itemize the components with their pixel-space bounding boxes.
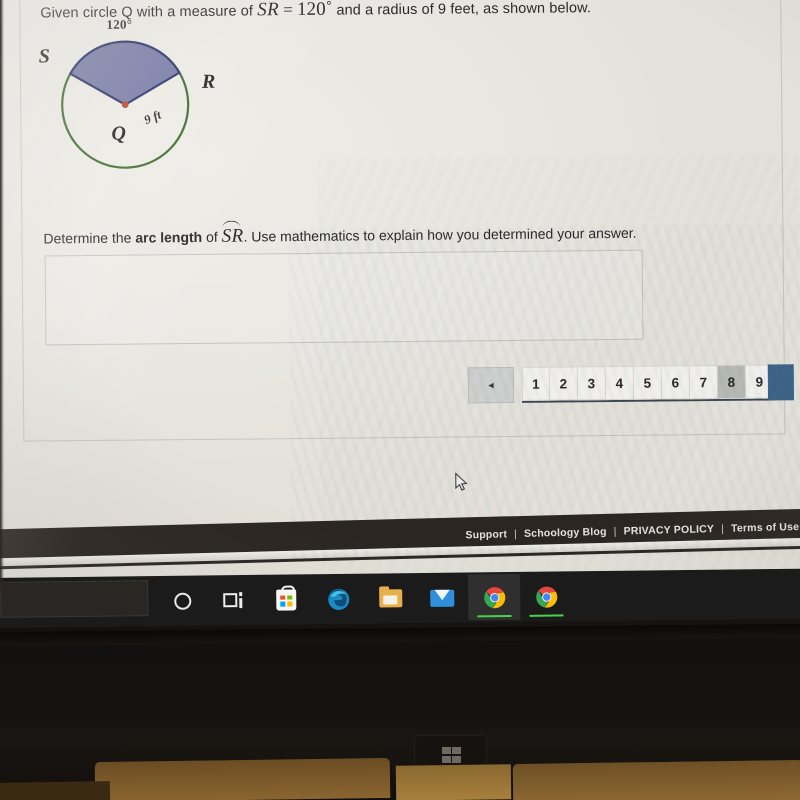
photo-left-edge <box>0 0 4 590</box>
prompt-suffix: . Use mathematics to explain how you det… <box>243 224 637 245</box>
footer-link-privacy-policy[interactable]: PRIVACY POLICY <box>623 523 714 537</box>
arc-sr-text: SR <box>257 0 280 21</box>
taskbar-button-edge[interactable] <box>312 576 365 623</box>
taskbar-running-indicator <box>477 615 512 618</box>
point-label-s: S <box>38 45 50 68</box>
pagination-next-button[interactable] <box>767 364 795 401</box>
palm-rest-right <box>512 759 800 800</box>
degree-symbol: ˚ <box>325 0 333 20</box>
palm-rest-left <box>94 757 391 800</box>
store-icon <box>276 588 297 611</box>
laptop-hinge <box>0 623 800 647</box>
arc-sr-notation: SR <box>257 0 279 20</box>
pagination-page-8[interactable]: 8 <box>717 364 747 399</box>
footer-link-support[interactable]: Support <box>465 528 507 541</box>
cortana-icon <box>173 592 191 610</box>
taskbar-button-task-view[interactable] <box>208 577 261 624</box>
footer-link-schoology-blog[interactable]: Schoology Blog <box>524 526 607 540</box>
pagination-page-7[interactable]: 7 <box>689 364 719 400</box>
chrome-icon <box>535 586 557 608</box>
pagination-page-1[interactable]: 1 <box>521 366 551 401</box>
point-label-r: R <box>201 70 216 93</box>
footer-separator: | <box>720 522 725 535</box>
question-stem-suffix: and a radius of 9 feet, as shown below. <box>336 0 592 19</box>
angle-value: 120 <box>296 0 326 21</box>
pagination-page-5[interactable]: 5 <box>633 365 663 400</box>
shaded-sector <box>68 40 181 106</box>
pagination-page-list: 123456789 <box>521 364 775 403</box>
center-point-dot <box>121 101 129 109</box>
photo-of-laptop: Given circle Q with a measure of SR = 12… <box>0 0 800 800</box>
pagination-page-3[interactable]: 3 <box>577 366 607 401</box>
windows-logo-icon <box>442 747 461 763</box>
edge-icon <box>327 588 349 610</box>
footer-separator: | <box>613 525 617 538</box>
prompt-prefix: Determine the <box>43 229 132 247</box>
chrome-icon <box>483 586 505 608</box>
arc-overbar-icon <box>258 0 276 2</box>
equals-sign: = <box>283 0 293 20</box>
center-label-q: Q <box>111 122 127 145</box>
circle-diagram: 120° S R Q 9 ft <box>38 15 250 217</box>
answer-textarea[interactable] <box>44 249 644 346</box>
footer-link-terms-of-use[interactable]: Terms of Use <box>731 521 799 535</box>
prompt-of: of <box>206 228 218 245</box>
taskbar-search-box[interactable] <box>0 580 149 618</box>
taskbar-button-mail[interactable] <box>416 575 469 622</box>
laptop-screen: Given circle Q with a measure of SR = 12… <box>0 0 800 582</box>
palm-rest-center <box>395 764 512 800</box>
angle-label: 120° <box>106 16 133 32</box>
prompt-arc-sr-notation: SR <box>221 220 244 247</box>
pagination: ◄ 123456789 <box>467 364 795 404</box>
prompt-arc-sr-text: SR <box>221 225 244 247</box>
prompt-bold-term: arc length <box>135 228 203 246</box>
taskbar-button-store[interactable] <box>260 576 313 623</box>
desk-surface <box>0 780 111 800</box>
taskbar-button-chrome[interactable] <box>467 573 521 621</box>
taskbar-running-indicator <box>529 614 564 617</box>
task-view-icon <box>223 591 245 609</box>
pagination-page-6[interactable]: 6 <box>661 365 691 400</box>
taskbar-button-cortana[interactable] <box>156 577 209 624</box>
taskbar-button-chrome[interactable] <box>520 573 573 620</box>
mouse-cursor <box>455 472 468 491</box>
taskbar-icon-strip <box>156 571 573 626</box>
footer-separator: | <box>513 528 518 541</box>
file-explorer-icon <box>378 589 402 608</box>
taskbar-button-file-explorer[interactable] <box>364 575 417 622</box>
pagination-page-2[interactable]: 2 <box>549 366 579 401</box>
pagination-page-4[interactable]: 4 <box>605 365 635 401</box>
windows-taskbar <box>0 568 800 628</box>
pagination-prev-button[interactable]: ◄ <box>467 366 515 404</box>
mail-icon <box>430 589 455 607</box>
